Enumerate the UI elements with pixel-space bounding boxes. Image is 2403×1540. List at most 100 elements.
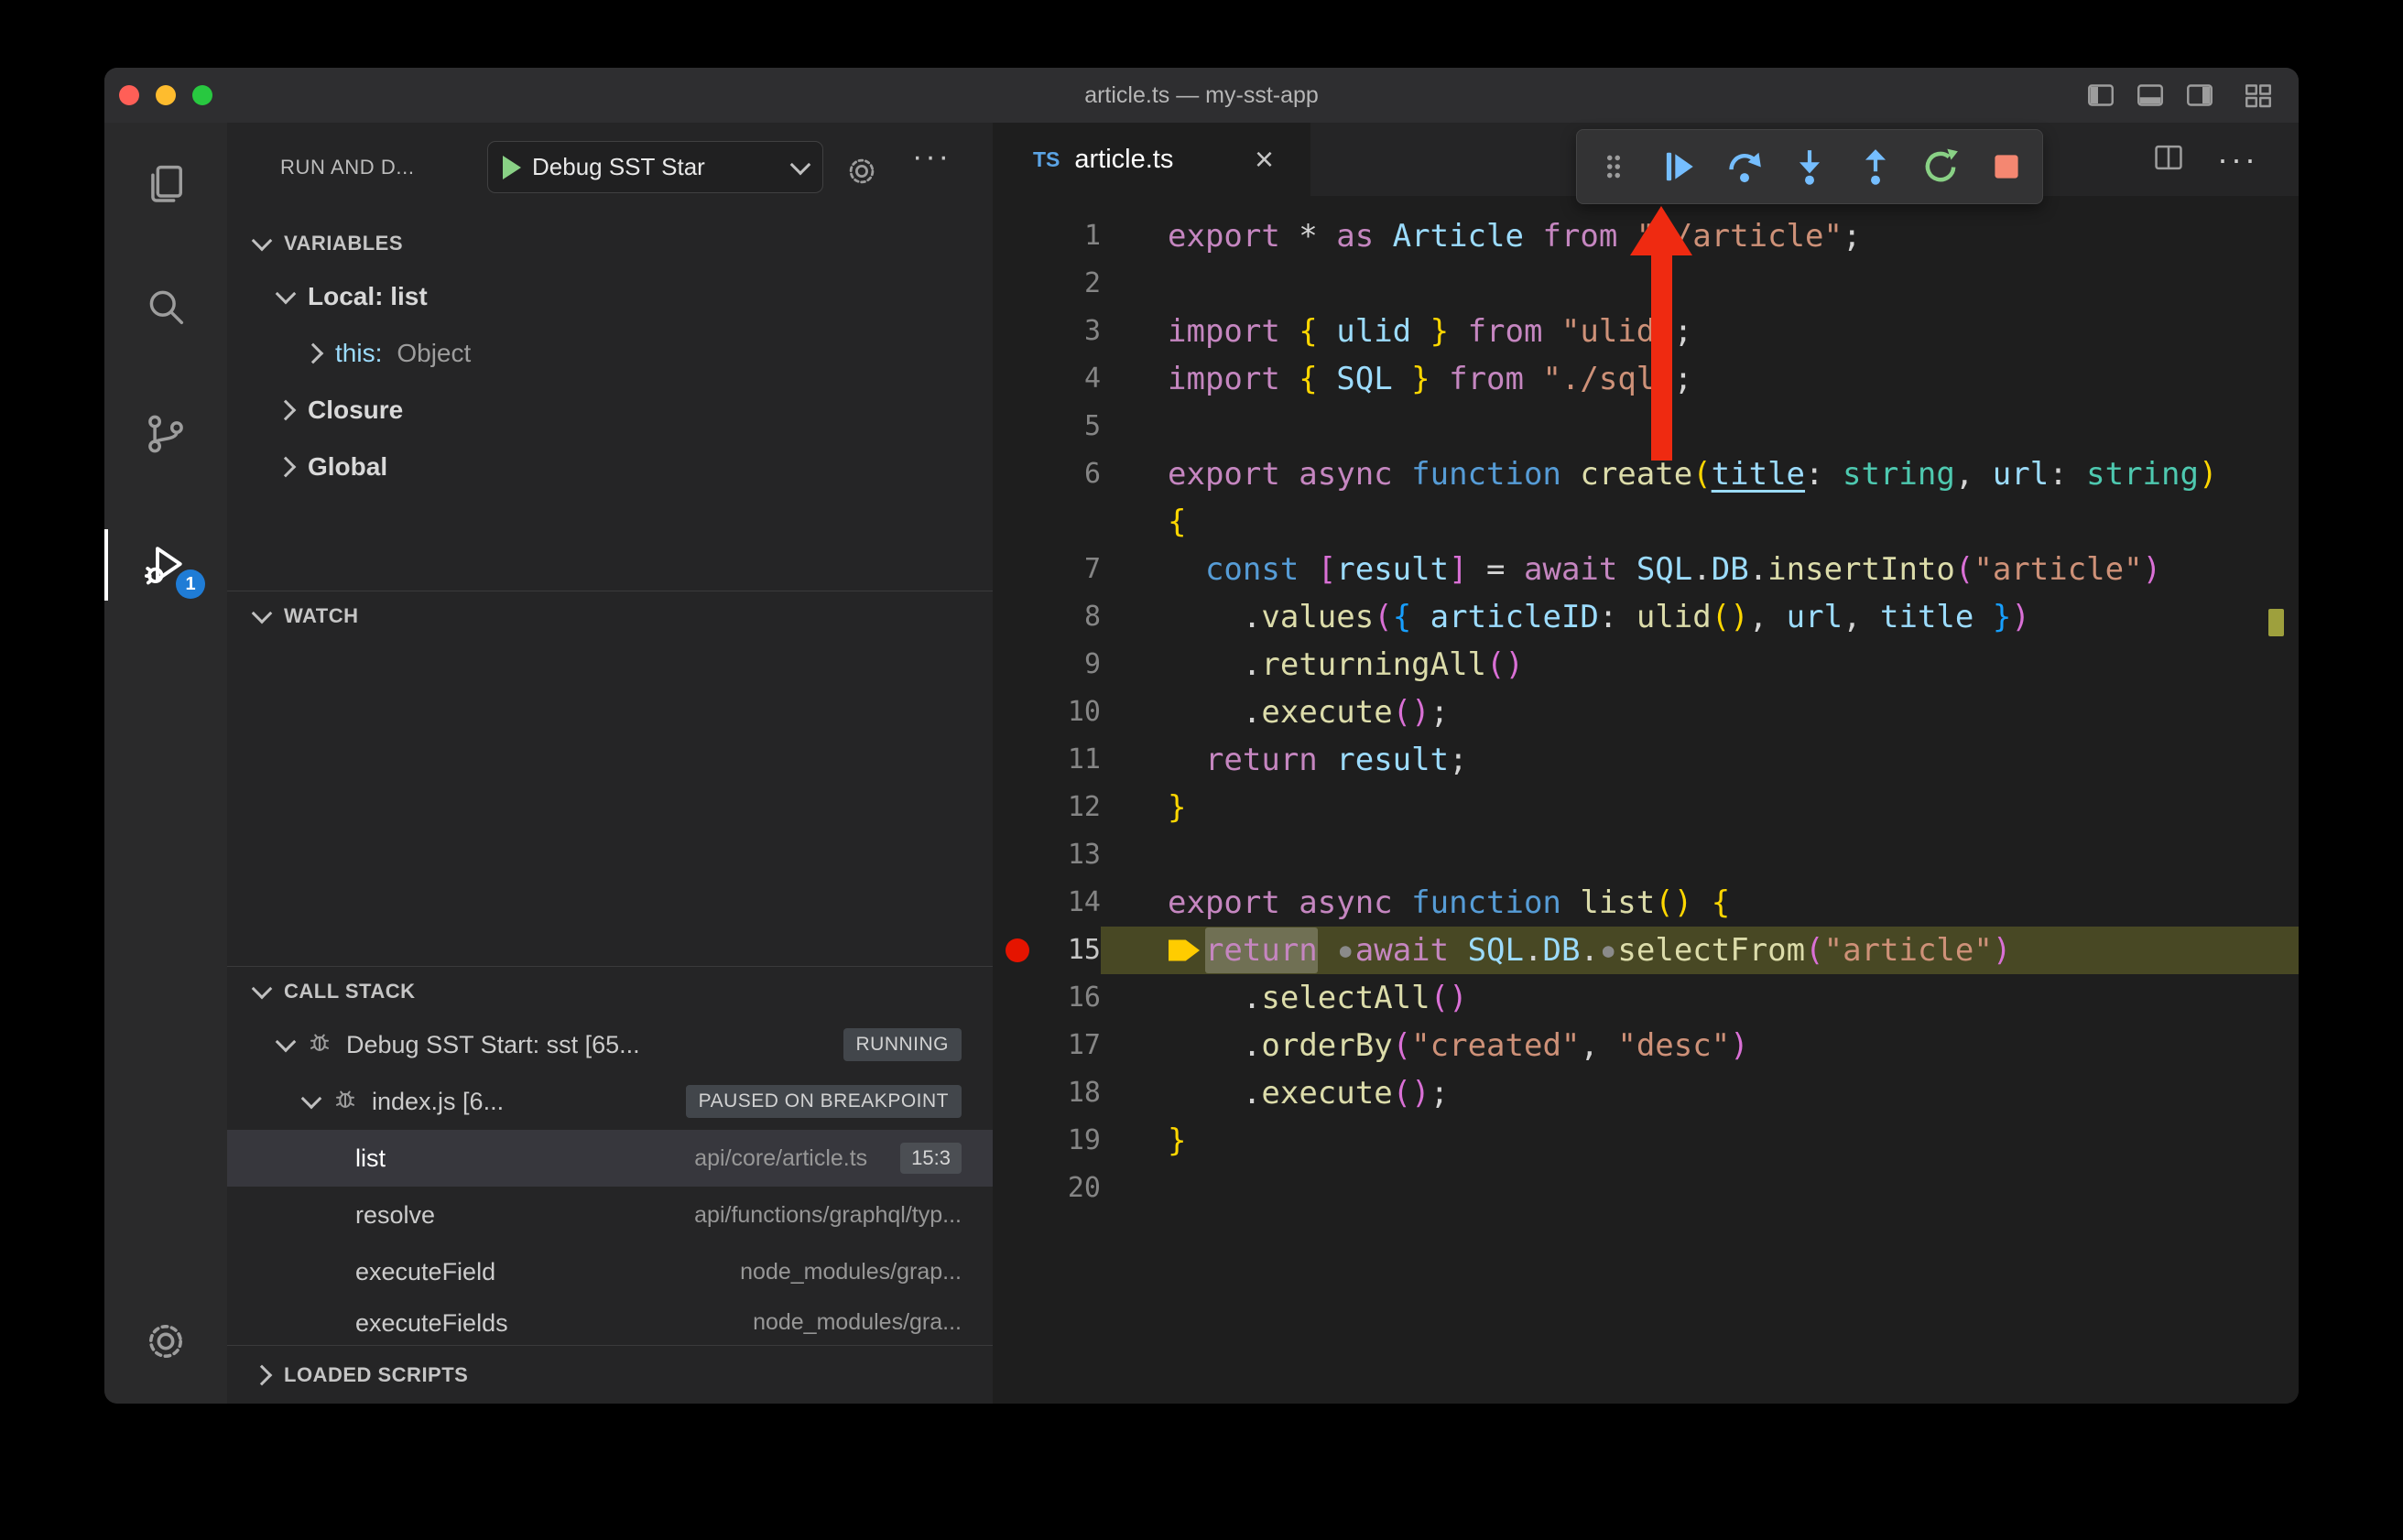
breakpoint-gutter[interactable] [993, 974, 1038, 1022]
code-line-text: .returningAll() [1101, 641, 2299, 689]
toggle-panel-icon[interactable] [2134, 79, 2167, 112]
customize-layout-icon[interactable] [2242, 79, 2275, 112]
continue-button[interactable] [1649, 137, 1708, 196]
scope-closure-row[interactable]: Closure [227, 382, 993, 439]
zoom-window-button[interactable] [192, 85, 212, 105]
breakpoint-gutter[interactable] [993, 784, 1038, 831]
stack-frame-row[interactable]: list api/core/article.ts 15:3 [227, 1130, 993, 1187]
activity-bar: 1 [104, 123, 227, 1404]
step-over-button[interactable] [1715, 137, 1774, 196]
debug-session-row[interactable]: index.js [6... PAUSED ON BREAKPOINT [227, 1073, 993, 1130]
sidebar-item-settings[interactable] [104, 1296, 227, 1387]
code-line: 15 return ●await SQL.DB.●selectFrom("art… [993, 927, 2299, 974]
breakpoint-gutter[interactable] [993, 308, 1038, 355]
sidebar-item-search[interactable] [104, 261, 227, 352]
scope-label: Local: list [308, 282, 428, 311]
line-number: 11 [1038, 736, 1101, 784]
breakpoint-gutter[interactable] [993, 498, 1038, 546]
line-number: 17 [1038, 1022, 1101, 1069]
breakpoint-gutter[interactable] [993, 879, 1038, 927]
code-line-text: .execute(); [1101, 1069, 2299, 1117]
line-number: 12 [1038, 784, 1101, 831]
step-out-button[interactable] [1846, 137, 1905, 196]
breakpoint-gutter[interactable] [993, 689, 1038, 736]
stop-button[interactable] [1977, 137, 2036, 196]
stack-frame-row[interactable]: executeField node_modules/grap... [227, 1243, 993, 1300]
toolbar-drag-handle[interactable] [1584, 137, 1643, 196]
scope-local-row[interactable]: Local: list [227, 268, 993, 325]
breakpoint-gutter[interactable] [993, 450, 1038, 498]
editor-more-actions-icon[interactable]: ··· [2217, 140, 2258, 179]
line-number [1038, 498, 1101, 546]
breakpoint-gutter[interactable] [993, 403, 1038, 450]
stack-frame-row[interactable]: resolve api/functions/graphql/typ... [227, 1187, 993, 1243]
debug-session-icon [306, 1028, 333, 1062]
search-icon [142, 283, 190, 331]
stack-frame-row[interactable]: executeFields node_modules/gra... [227, 1300, 993, 1339]
debug-config-dropdown[interactable]: Debug SST Star [487, 141, 823, 193]
chevron-down-icon [252, 231, 273, 252]
call-stack-section-header[interactable]: CALL STACK [227, 967, 993, 1016]
breakpoint-gutter[interactable] [993, 927, 1038, 974]
breakpoint-gutter[interactable] [993, 212, 1038, 260]
breakpoint-gutter[interactable] [993, 355, 1038, 403]
breakpoint-icon[interactable] [1006, 938, 1029, 962]
frame-path: node_modules/gra... [753, 1309, 962, 1336]
toggle-primary-sidebar-icon[interactable] [2084, 79, 2117, 112]
frame-name: executeField [355, 1258, 495, 1286]
breakpoint-gutter[interactable] [993, 1022, 1038, 1069]
code-line: 12} [993, 784, 2299, 831]
close-window-button[interactable] [119, 85, 139, 105]
start-debug-icon[interactable] [503, 156, 521, 179]
sidebar-item-explorer[interactable] [104, 138, 227, 230]
code-line: 10 .execute(); [993, 689, 2299, 736]
tab-article-ts[interactable]: TS article.ts × [993, 123, 1310, 196]
breakpoint-gutter[interactable] [993, 593, 1038, 641]
loaded-scripts-section-header[interactable]: LOADED SCRIPTS [227, 1346, 993, 1404]
minimize-window-button[interactable] [156, 85, 176, 105]
views-more-actions-icon[interactable]: ··· [912, 139, 951, 175]
breakpoint-gutter[interactable] [993, 1069, 1038, 1117]
chevron-right-icon [303, 343, 324, 364]
code-line-text: .orderBy("created", "desc") [1101, 1022, 2299, 1069]
variable-this-row[interactable]: this: Object [227, 325, 993, 382]
line-number: 19 [1038, 1117, 1101, 1165]
session-status-badge: RUNNING [843, 1028, 962, 1061]
line-number: 16 [1038, 974, 1101, 1022]
frame-name: list [355, 1144, 386, 1173]
sidebar-item-source-control[interactable] [104, 388, 227, 480]
code-line-text: export async function create(title: stri… [1101, 450, 2299, 498]
breakpoint-gutter[interactable] [993, 1165, 1038, 1212]
breakpoint-gutter[interactable] [993, 831, 1038, 879]
breakpoint-gutter[interactable] [993, 641, 1038, 689]
watch-section-header[interactable]: WATCH [227, 591, 993, 641]
step-into-button[interactable] [1780, 137, 1839, 196]
code-line: 13 [993, 831, 2299, 879]
code-line: 9 .returningAll() [993, 641, 2299, 689]
code-line-text: import { SQL } from "./sql"; [1101, 355, 2299, 403]
restart-button[interactable] [1911, 137, 1970, 196]
variables-section-header[interactable]: VARIABLES [227, 219, 993, 268]
debug-session-row[interactable]: Debug SST Start: sst [65... RUNNING [227, 1016, 993, 1073]
toggle-secondary-sidebar-icon[interactable] [2183, 79, 2216, 112]
session-label: index.js [6... [372, 1088, 504, 1116]
breakpoint-gutter[interactable] [993, 260, 1038, 308]
code-line: 17 .orderBy("created", "desc") [993, 1022, 2299, 1069]
scope-global-row[interactable]: Global [227, 439, 993, 495]
code-area[interactable]: 1export * as Article from "./article";23… [993, 196, 2299, 1212]
breakpoint-gutter[interactable] [993, 1117, 1038, 1165]
code-line-text: import { ulid } from "ulid"; [1101, 308, 2299, 355]
session-status-badge: PAUSED ON BREAKPOINT [686, 1085, 962, 1118]
breakpoint-gutter[interactable] [993, 546, 1038, 593]
split-editor-icon[interactable] [2151, 140, 2186, 179]
sidebar-item-run-and-debug[interactable]: 1 [104, 518, 227, 610]
breakpoint-gutter[interactable] [993, 736, 1038, 784]
watch-section: WATCH [227, 591, 993, 641]
window-title: article.ts — my-sst-app [1084, 82, 1319, 109]
window-controls [104, 85, 212, 105]
chevron-right-icon [252, 1365, 273, 1386]
frame-path: api/functions/graphql/typ... [694, 1202, 962, 1229]
line-number: 3 [1038, 308, 1101, 355]
configure-gear-icon[interactable] [843, 152, 881, 195]
close-tab-icon[interactable]: × [1255, 143, 1274, 176]
